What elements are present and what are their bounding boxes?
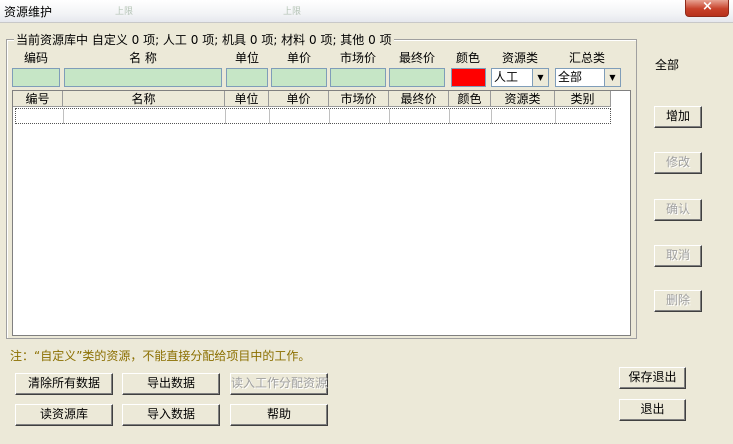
code-input[interactable] [12, 68, 60, 87]
header-market-price: 市场价 [339, 51, 376, 65]
column-header-category[interactable]: 类别 [555, 91, 611, 107]
name-input[interactable] [64, 68, 222, 87]
resource-grid[interactable]: 编号 名称 单位 单价 市场价 最终价 颜色 资源类 类别 [12, 90, 631, 336]
close-button[interactable]: × [685, 0, 729, 17]
table-cell[interactable] [16, 109, 64, 124]
import-data-button[interactable]: 导入数据 [122, 404, 220, 426]
column-header-unit[interactable]: 单位 [225, 91, 269, 107]
header-unit-price: 单价 [286, 51, 311, 65]
column-header-id[interactable]: 编号 [13, 91, 63, 107]
read-library-button[interactable]: 读资源库 [15, 404, 113, 426]
column-header-unit-price[interactable]: 单价 [269, 91, 329, 107]
add-button[interactable]: 增加 [654, 106, 702, 128]
filter-label: 全部 [655, 58, 680, 72]
table-cell[interactable] [270, 109, 330, 124]
column-header-final-price[interactable]: 最终价 [389, 91, 449, 107]
table-row[interactable] [15, 108, 611, 124]
window-title: 资源维护 [4, 5, 53, 19]
close-icon: × [702, 0, 713, 14]
cancel-button[interactable]: 取消 [654, 245, 702, 267]
export-data-button[interactable]: 导出数据 [122, 373, 220, 395]
chevron-down-icon[interactable]: ▼ [604, 69, 620, 86]
table-cell[interactable] [390, 109, 450, 124]
summary-type-value: 全部 [558, 70, 583, 84]
summary-type-select[interactable]: 全部 ▼ [555, 68, 621, 87]
exit-button[interactable]: 退出 [619, 399, 686, 421]
final-price-input[interactable] [389, 68, 445, 87]
column-header-color[interactable]: 颜色 [449, 91, 491, 107]
header-summary-type: 汇总类 [568, 51, 605, 65]
unit-input[interactable] [226, 68, 268, 87]
header-final-price: 最终价 [398, 51, 435, 65]
save-and-exit-button[interactable]: 保存退出 [619, 367, 686, 389]
column-header-market-price[interactable]: 市场价 [329, 91, 389, 107]
chevron-down-icon[interactable]: ▼ [532, 69, 548, 86]
header-decor-text: 上限 [115, 7, 134, 17]
column-header-name[interactable]: 名称 [63, 91, 225, 107]
modify-button[interactable]: 修改 [654, 152, 702, 174]
market-price-input[interactable] [330, 68, 386, 87]
help-button[interactable]: 帮助 [230, 404, 328, 426]
column-header-resource-type[interactable]: 资源类 [491, 91, 555, 107]
title-bar: 资源维护 上限 上限 × [0, 0, 733, 23]
table-cell[interactable] [492, 109, 556, 124]
table-cell[interactable] [64, 109, 226, 124]
unit-price-input[interactable] [271, 68, 327, 87]
header-name: 名 称 [129, 51, 157, 65]
header-code: 编码 [23, 51, 48, 65]
delete-button[interactable]: 删除 [654, 290, 702, 312]
import-assignment-resources-button[interactable]: 读入工作分配资源 [230, 373, 328, 395]
resource-summary: 当前资源库中 自定义 0 项; 人工 0 项; 机具 0 项; 材料 0 项; … [14, 31, 394, 48]
confirm-button[interactable]: 确认 [654, 199, 702, 221]
clear-all-data-button[interactable]: 清除所有数据 [15, 373, 113, 395]
table-cell[interactable] [330, 109, 390, 124]
header-resource-type: 资源类 [501, 51, 538, 65]
table-cell[interactable] [450, 109, 492, 124]
color-swatch[interactable] [451, 68, 486, 87]
resource-type-value: 人工 [494, 70, 519, 84]
table-cell[interactable] [226, 109, 270, 124]
header-unit: 单位 [234, 51, 259, 65]
header-color: 颜色 [455, 51, 480, 65]
header-decor-text: 上限 [283, 7, 302, 17]
note-text: 注：“自定义”类的资源，不能直接分配给项目中的工作。 [10, 349, 311, 363]
resource-type-select[interactable]: 人工 ▼ [491, 68, 549, 87]
